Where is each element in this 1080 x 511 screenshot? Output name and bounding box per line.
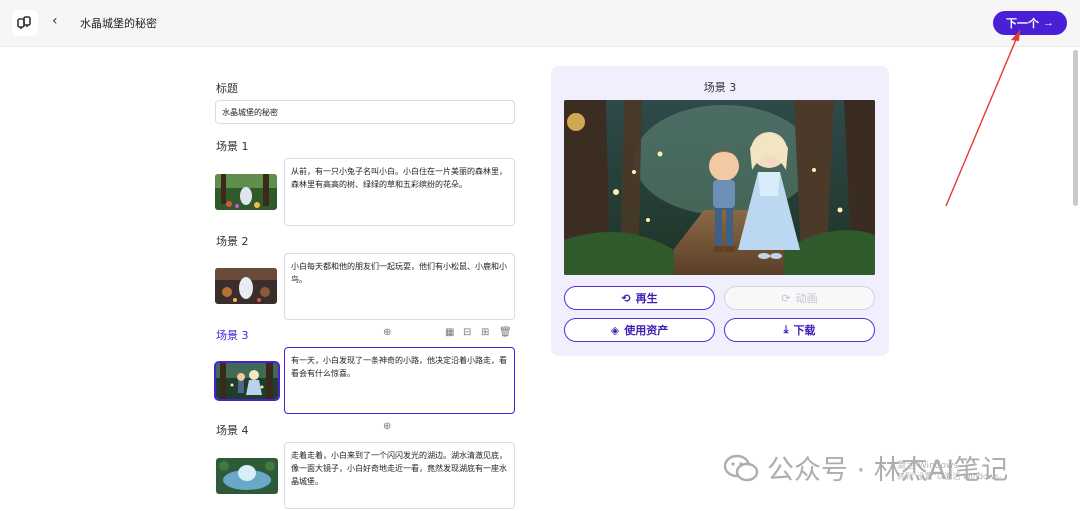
layout-grid-icon[interactable]: ▦ [445, 327, 454, 338]
preview-panel: 场景 3 ⟲ 再生 ⟳ 动画 ◈ 使用资产 ⤓ 下载 [551, 66, 889, 356]
scene-1-label: 场景 1 [216, 140, 249, 153]
scene-4-label: 场景 4 [216, 424, 249, 437]
layout-split-icon[interactable]: ⊟ [463, 327, 471, 338]
preview-title: 场景 3 [703, 81, 737, 94]
regenerate-icon: ⟲ [621, 291, 631, 305]
wechat-icon [723, 454, 759, 481]
arrow-right-icon: → [1043, 17, 1054, 29]
app-logo-icon[interactable] [12, 10, 38, 36]
scene-1-text[interactable]: 从前，有一只小兔子名叫小白。小白住在一片美丽的森林里，森林里有高高的树、绿绿的草… [284, 158, 515, 226]
annotation-arrow [945, 29, 1021, 207]
top-bar: ‹ 水晶城堡的秘密 下一个 → [0, 0, 1080, 47]
title-label: 标题 [216, 82, 238, 95]
layers-icon: ◈ [610, 323, 620, 337]
scene-3-label: 场景 3 [216, 329, 249, 342]
title-input[interactable]: 水晶城堡的秘密 [215, 100, 515, 124]
scene-3-thumbnail[interactable] [214, 361, 280, 401]
scene-2-thumbnail[interactable] [215, 268, 277, 304]
windows-activation-text: 激活 Windows [897, 461, 959, 471]
scene-4-text[interactable]: 走着走着，小白来到了一个闪闪发光的湖边。湖水清澈见底，像一面大镜子，小白好奇地走… [284, 442, 515, 509]
scene-preview-image [564, 100, 875, 275]
download-label: 下载 [793, 324, 816, 337]
back-icon[interactable]: ‹ [52, 13, 58, 29]
scene-2-text[interactable]: 小白每天都和他的朋友们一起玩耍，他们有小松鼠、小鹿和小鸟。 [284, 253, 515, 320]
layout-image-icon[interactable]: ⊞ [481, 327, 489, 338]
regenerate-button[interactable]: ⟲ 再生 [564, 286, 715, 310]
use-assets-button[interactable]: ◈ 使用资产 [564, 318, 715, 342]
regenerate-label: 再生 [635, 292, 658, 305]
scrollbar[interactable] [1073, 50, 1078, 206]
scene-3-text[interactable]: 有一天，小白发现了一条神奇的小路，他决定沿着小路走，看看会有什么惊喜。 [284, 347, 515, 414]
download-icon: ⤓ [783, 323, 789, 336]
animate-button[interactable]: ⟳ 动画 [724, 286, 875, 310]
delete-icon[interactable]: 🗑 [499, 327, 512, 338]
animate-label: 动画 [795, 292, 818, 305]
download-button[interactable]: ⤓ 下载 [724, 318, 875, 342]
document-title: 水晶城堡的秘密 [80, 17, 157, 30]
insert-scene-icon[interactable]: ⊕ [383, 327, 391, 338]
scene-2-label: 场景 2 [216, 235, 249, 248]
windows-activation-subtext: 转到"设置"以激活 Windows。 [897, 472, 1007, 481]
animate-icon: ⟳ [781, 291, 791, 305]
use-assets-label: 使用资产 [624, 324, 669, 337]
scene-4-thumbnail[interactable] [216, 458, 278, 494]
scene-1-thumbnail[interactable] [215, 174, 277, 210]
insert-scene-icon-2[interactable]: ⊕ [383, 421, 391, 432]
